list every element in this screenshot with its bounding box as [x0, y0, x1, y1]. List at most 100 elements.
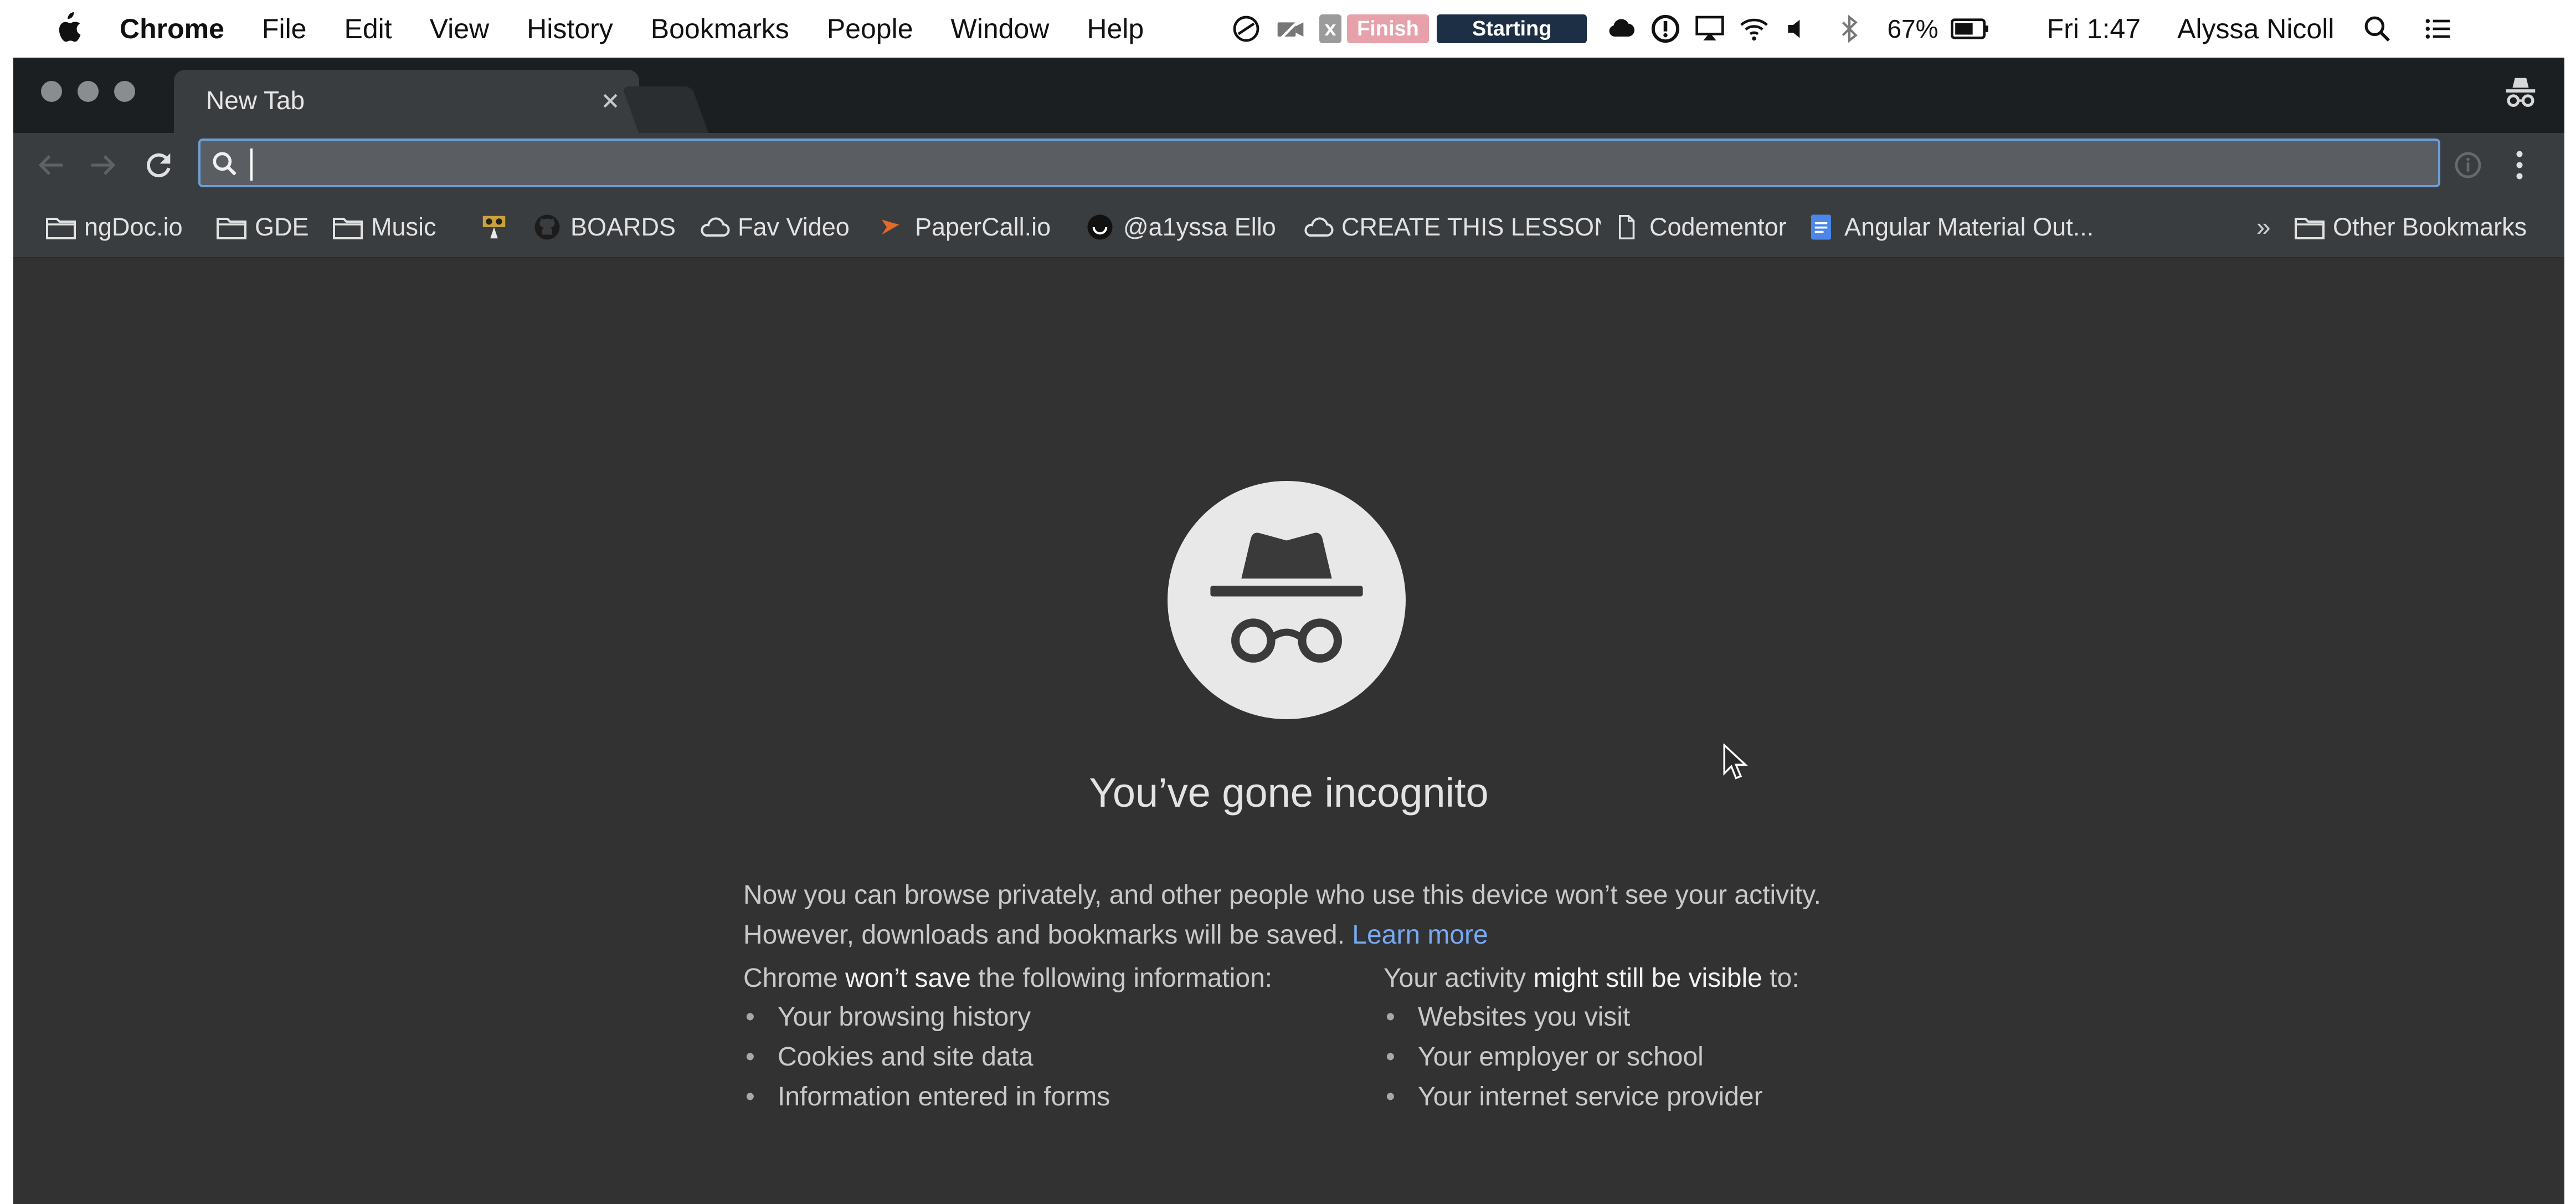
tab-close-icon[interactable]: [596, 86, 625, 115]
still-visible-heading-pre: Your activity: [1384, 964, 1534, 993]
back-arrow-icon[interactable]: [33, 147, 69, 183]
incognito-description: Now you can browse privately, and other …: [743, 875, 1829, 955]
omnibox[interactable]: [198, 139, 2440, 187]
bookmarks-bar: ngDoc.io GDE Music BOARDS Fav Video Pape…: [13, 197, 2564, 258]
chrome-menu-icon[interactable]: [2511, 148, 2528, 182]
apple-icon[interactable]: [53, 12, 84, 45]
spotlight-search-icon[interactable]: [2362, 13, 2393, 44]
tab-strip: New Tab: [13, 58, 2564, 133]
bookmark-folder-music[interactable]: Music: [331, 197, 436, 257]
window-minimize-button[interactable]: [78, 81, 99, 102]
ello-logo-icon: [1087, 214, 1113, 240]
bookmark-folder-other-bookmarks[interactable]: Other Bookmarks: [2293, 197, 2527, 257]
menu-app-chrome[interactable]: Chrome: [120, 13, 224, 45]
finish-button[interactable]: Finish: [1347, 14, 1429, 43]
bookmark-a1yssa-ello[interactable]: @a1yssa Ello: [1083, 197, 1276, 257]
cloud-icon: [1304, 217, 1334, 237]
bookmark-label: Other Bookmarks: [2333, 213, 2527, 241]
browser-window: New Tab ngDoc.io GDE Music BOARDS Fav Vi…: [13, 58, 2564, 1204]
macos-menu-bar: Chrome File Edit View History Bookmarks …: [0, 0, 2576, 58]
list-item: Cookies and site data: [745, 1037, 1110, 1077]
forward-arrow-icon[interactable]: [85, 147, 121, 183]
password-manager-icon[interactable]: [1650, 13, 1681, 44]
wont-save-heading: Chrome won’t save the following informat…: [743, 963, 1272, 993]
bookmark-label: BOARDS: [570, 213, 676, 241]
bookmark-label: GDE: [255, 213, 309, 241]
menu-extras: x Finish Starting 67% Fri 1:47 Alyssa Ni…: [1231, 0, 2467, 58]
tab-new-tab[interactable]: New Tab: [174, 70, 639, 133]
camera-off-icon[interactable]: [1275, 13, 1306, 44]
volume-icon[interactable]: [1783, 13, 1814, 44]
window-zoom-button[interactable]: [114, 81, 135, 102]
reload-icon[interactable]: [141, 147, 176, 183]
bookmark-create-this-lesson[interactable]: CREATE THIS LESSON: [1302, 197, 1601, 257]
bluetooth-icon[interactable]: [1834, 13, 1865, 44]
wont-save-list: Your browsing history Cookies and site d…: [745, 997, 1110, 1117]
menu-window[interactable]: Window: [951, 13, 1050, 45]
bookmark-label: PaperCall.io: [915, 213, 1051, 241]
mouse-cursor-icon: [1723, 744, 1748, 780]
do-not-disturb-icon[interactable]: [1231, 13, 1262, 44]
still-visible-heading: Your activity might still be visible to:: [1384, 963, 1799, 993]
still-visible-list: Websites you visit Your employer or scho…: [1386, 997, 1763, 1117]
close-recording-button[interactable]: x: [1319, 14, 1341, 43]
creative-cloud-icon[interactable]: [1606, 13, 1637, 44]
menu-edit[interactable]: Edit: [345, 13, 392, 45]
list-item: Your employer or school: [1386, 1037, 1763, 1077]
cloud-icon: [701, 217, 730, 237]
battery-percent: 67%: [1887, 14, 1939, 43]
omnibox-input[interactable]: [249, 145, 2412, 183]
folder-icon: [2295, 218, 2325, 239]
bookmarks-overflow-button[interactable]: »: [2256, 212, 2271, 242]
airplay-icon[interactable]: [1694, 13, 1725, 44]
window-close-button[interactable]: [41, 81, 62, 102]
search-icon: [213, 152, 236, 176]
github-icon: [534, 214, 560, 240]
bookmark-label: Angular Material Out...: [1844, 213, 2094, 241]
folder-icon: [217, 218, 246, 239]
still-visible-heading-post: to:: [1762, 964, 1799, 993]
menu-clock[interactable]: Fri 1:47: [2047, 13, 2141, 45]
list-item: Your internet service provider: [1386, 1077, 1763, 1117]
wifi-icon[interactable]: [1739, 13, 1770, 44]
menu-history[interactable]: History: [527, 13, 613, 45]
bookmark-folder-gde[interactable]: GDE: [215, 197, 309, 257]
bookmark-label: Codementor: [1649, 213, 1787, 241]
wont-save-heading-pre: Chrome: [743, 964, 846, 993]
bookmark-boards[interactable]: BOARDS: [531, 197, 676, 257]
menu-help[interactable]: Help: [1087, 13, 1144, 45]
bookmark-folder-ngdoc[interactable]: ngDoc.io: [44, 197, 183, 257]
battery-icon[interactable]: [1946, 13, 1994, 44]
list-item: Information entered in forms: [745, 1077, 1110, 1117]
bookmark-label: @a1yssa Ello: [1123, 213, 1276, 241]
bookmark-label: Music: [371, 213, 436, 241]
bookmark-codementor[interactable]: Codementor: [1610, 197, 1787, 257]
tab-title: New Tab: [206, 86, 305, 115]
browser-toolbar: [13, 133, 2564, 197]
menu-people[interactable]: People: [827, 13, 913, 45]
list-item: Websites you visit: [1386, 997, 1763, 1037]
menu-bookmarks[interactable]: Bookmarks: [651, 13, 789, 45]
bookmark-papercall[interactable]: PaperCall.io: [875, 197, 1051, 257]
notification-center-icon[interactable]: [2423, 13, 2454, 44]
page-icon: [1618, 214, 1635, 240]
menu-user-name[interactable]: Alyssa Nicoll: [2177, 13, 2334, 45]
still-visible-heading-bold: might still be visible: [1533, 964, 1762, 993]
menu-file[interactable]: File: [262, 13, 307, 45]
incognito-icon: [2506, 78, 2536, 107]
page-title: You’ve gone incognito: [1089, 770, 1489, 816]
bookmark-label: ngDoc.io: [84, 213, 183, 241]
bookmark-fav-video[interactable]: Fav Video: [698, 197, 850, 257]
menu-view[interactable]: View: [430, 13, 489, 45]
bookmark-owl[interactable]: [477, 197, 517, 257]
description-text: Now you can browse privately, and other …: [743, 880, 1821, 950]
extension-info-icon[interactable]: [2452, 150, 2484, 181]
folder-icon: [333, 218, 363, 239]
incognito-page: You’ve gone incognito Now you can browse…: [13, 258, 2564, 1204]
bookmark-angular-material[interactable]: Angular Material Out...: [1804, 197, 2094, 257]
screen: Chrome File Edit View History Bookmarks …: [0, 0, 2576, 1204]
bookmark-label: CREATE THIS LESSON: [1341, 213, 1601, 241]
starting-status-badge[interactable]: Starting: [1436, 14, 1587, 43]
bookmark-label: Fav Video: [738, 213, 850, 241]
learn-more-link[interactable]: Learn more: [1352, 920, 1488, 950]
